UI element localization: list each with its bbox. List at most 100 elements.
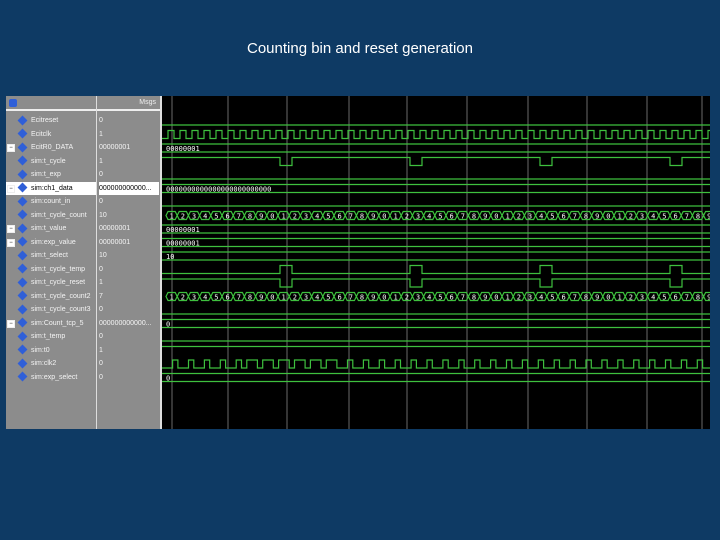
signal-diamond-icon bbox=[17, 142, 28, 153]
signal-value: 7 bbox=[99, 292, 103, 300]
signal-diamond-icon bbox=[17, 236, 28, 247]
signal-diamond-icon bbox=[17, 223, 28, 234]
signal-value: 0 bbox=[99, 333, 103, 340]
waveform-bus: 00000001 bbox=[162, 143, 710, 153]
signal-diamond-icon bbox=[17, 155, 28, 166]
signal-value: 000000000000... bbox=[99, 319, 152, 327]
waveform-highdip bbox=[162, 156, 710, 167]
signal-name-row[interactable]: sim:t_cycle_reset bbox=[6, 276, 96, 290]
expand-toggle-icon[interactable]: − bbox=[7, 238, 15, 247]
waveform-trace bbox=[162, 264, 710, 275]
expand-toggle-icon[interactable]: − bbox=[7, 225, 15, 233]
signal-name: sim:t_cycle_reset bbox=[31, 279, 86, 286]
waveform-window: Ecitreset Ecitclk − EcitR0_DATA sim:t_cycles… bbox=[6, 96, 710, 429]
signal-name-row[interactable]: − sim:exp_value bbox=[6, 236, 96, 250]
signal-value: 0 bbox=[99, 171, 103, 178]
signal-name: sim:clk2 bbox=[31, 360, 57, 367]
signal-name-row[interactable]: sim:t_temp bbox=[6, 330, 96, 344]
signal-name-row[interactable]: sim:t_exp bbox=[6, 168, 96, 182]
signal-name: EcitR0_DATA bbox=[31, 144, 74, 151]
signal-name-row[interactable]: sim:t_cycle_count3 bbox=[6, 303, 96, 317]
signal-name-row[interactable]: sim:clk2 bbox=[6, 357, 96, 371]
signal-name: sim:t_cycle_count bbox=[31, 211, 87, 219]
signal-name-row[interactable]: − sim:Count_tcp_5 bbox=[6, 317, 96, 331]
signal-name: sim:t_cycle_count2 bbox=[31, 292, 91, 300]
waveform-lowpulse bbox=[162, 264, 710, 275]
msgs-label: Msgs bbox=[139, 99, 156, 106]
signal-name-row[interactable]: sim:t_cycle_count bbox=[6, 209, 96, 223]
waveform-bus: 00000001 bbox=[162, 224, 710, 234]
expand-toggle-icon[interactable]: − bbox=[7, 319, 15, 328]
signal-name-row[interactable]: Ecitclk bbox=[6, 128, 96, 142]
waveform-pane[interactable]: 00000001 0000000000000000000000000 1 2 3 4 5 6 7… bbox=[162, 96, 710, 429]
signal-diamond-icon bbox=[17, 250, 28, 261]
signal-diamond-icon bbox=[17, 331, 28, 342]
signal-value: 0 bbox=[99, 373, 103, 381]
signal-diamond-icon bbox=[17, 344, 28, 355]
waveform-canvas[interactable]: 00000001 0000000000000000000000000 1 2 3 4 5 6 7… bbox=[162, 96, 710, 429]
signal-name-row[interactable]: sim:t_select bbox=[6, 249, 96, 263]
signal-diamond-icon bbox=[17, 196, 28, 207]
signal-diamond-icon bbox=[17, 169, 28, 180]
signal-diamond-icon bbox=[17, 304, 28, 315]
signal-name: sim:count_in bbox=[31, 198, 71, 205]
signal-name-row[interactable]: sim:t_cycle_temp bbox=[6, 263, 96, 277]
signal-diamond-icon bbox=[17, 209, 28, 220]
waveform-trace bbox=[162, 237, 710, 248]
expand-toggle-icon[interactable]: − bbox=[7, 144, 15, 152]
signal-tree-icon[interactable] bbox=[9, 99, 17, 107]
waveform-trace bbox=[162, 278, 710, 288]
waveform-counter: 1234567890123456789012345678901234567890… bbox=[165, 291, 710, 302]
signal-name-row[interactable]: Ecitreset bbox=[6, 114, 96, 128]
waveform-trace bbox=[162, 372, 710, 383]
signal-name: sim:t_cycle bbox=[31, 157, 66, 165]
signal-name-row[interactable]: sim:t_cycle bbox=[6, 155, 96, 169]
signal-value: 00000001 bbox=[99, 238, 131, 246]
signal-diamond-icon bbox=[17, 128, 28, 139]
signal-value: 1 bbox=[99, 130, 103, 138]
signal-name-row[interactable]: sim:exp_select bbox=[6, 371, 96, 385]
signal-diamond-icon bbox=[17, 115, 28, 126]
signal-name: Ecitreset bbox=[31, 117, 59, 124]
signal-name-row[interactable]: sim:count_in bbox=[6, 195, 96, 209]
signal-name-row[interactable]: − EcitR0_DATA bbox=[6, 141, 96, 155]
signal-value: 0 bbox=[99, 265, 103, 273]
waveform-trace bbox=[162, 224, 710, 234]
signal-value: 1 bbox=[99, 157, 103, 165]
signal-name: sim:t_cycle_temp bbox=[31, 265, 86, 273]
signal-names-pane: Ecitreset Ecitclk − EcitR0_DATA sim:t_cycles… bbox=[6, 96, 97, 429]
signal-name: sim:t_select bbox=[31, 252, 68, 259]
signal-name-row[interactable]: − sim:t_value bbox=[6, 222, 96, 236]
signal-name: sim:exp_value bbox=[31, 238, 76, 246]
signal-name: sim:t_exp bbox=[31, 171, 61, 178]
values-pane: Msgs 0 1 00000001 1 0 000000000000... 0 10 00000… bbox=[97, 96, 162, 429]
waveform-highdip bbox=[162, 278, 710, 288]
signal-diamond-icon bbox=[17, 290, 28, 301]
slide-title: Counting bin and reset generation bbox=[247, 40, 473, 57]
waveform-clock2 bbox=[162, 359, 710, 369]
waveform-trace bbox=[162, 318, 710, 329]
waveform-trace bbox=[162, 359, 710, 369]
signal-value: 0 bbox=[99, 117, 103, 124]
signal-value: 0 bbox=[99, 198, 103, 205]
signal-value: 1 bbox=[99, 346, 103, 354]
waveform-counter: 1234567890123456789012345678901234567890… bbox=[165, 210, 710, 221]
signal-name: sim:Count_tcp_5 bbox=[31, 319, 84, 327]
signal-name: sim:t_value bbox=[31, 225, 67, 232]
expand-toggle-icon[interactable]: − bbox=[7, 184, 15, 193]
waveform-bus: 0000000000000000000000000 bbox=[162, 183, 710, 194]
signal-name: sim:ch1_data bbox=[31, 184, 73, 192]
signal-name-row[interactable]: sim:t_cycle_count2 bbox=[6, 290, 96, 304]
signal-value: 10 bbox=[99, 211, 107, 219]
signal-diamond-icon bbox=[17, 182, 28, 193]
waveform-clock bbox=[162, 129, 710, 140]
waveform-trace bbox=[162, 143, 710, 153]
waveform-bus: 00000001 bbox=[162, 237, 710, 248]
signal-name-row[interactable]: sim:t0 bbox=[6, 344, 96, 358]
values-header: Msgs bbox=[97, 96, 160, 111]
waveform-bus: 0 bbox=[162, 372, 710, 383]
signal-name-row[interactable]: − sim:ch1_data bbox=[6, 181, 96, 195]
signal-value: 10 bbox=[99, 252, 107, 259]
signal-value: 1 bbox=[99, 279, 103, 286]
signal-name: sim:t_temp bbox=[31, 333, 66, 340]
